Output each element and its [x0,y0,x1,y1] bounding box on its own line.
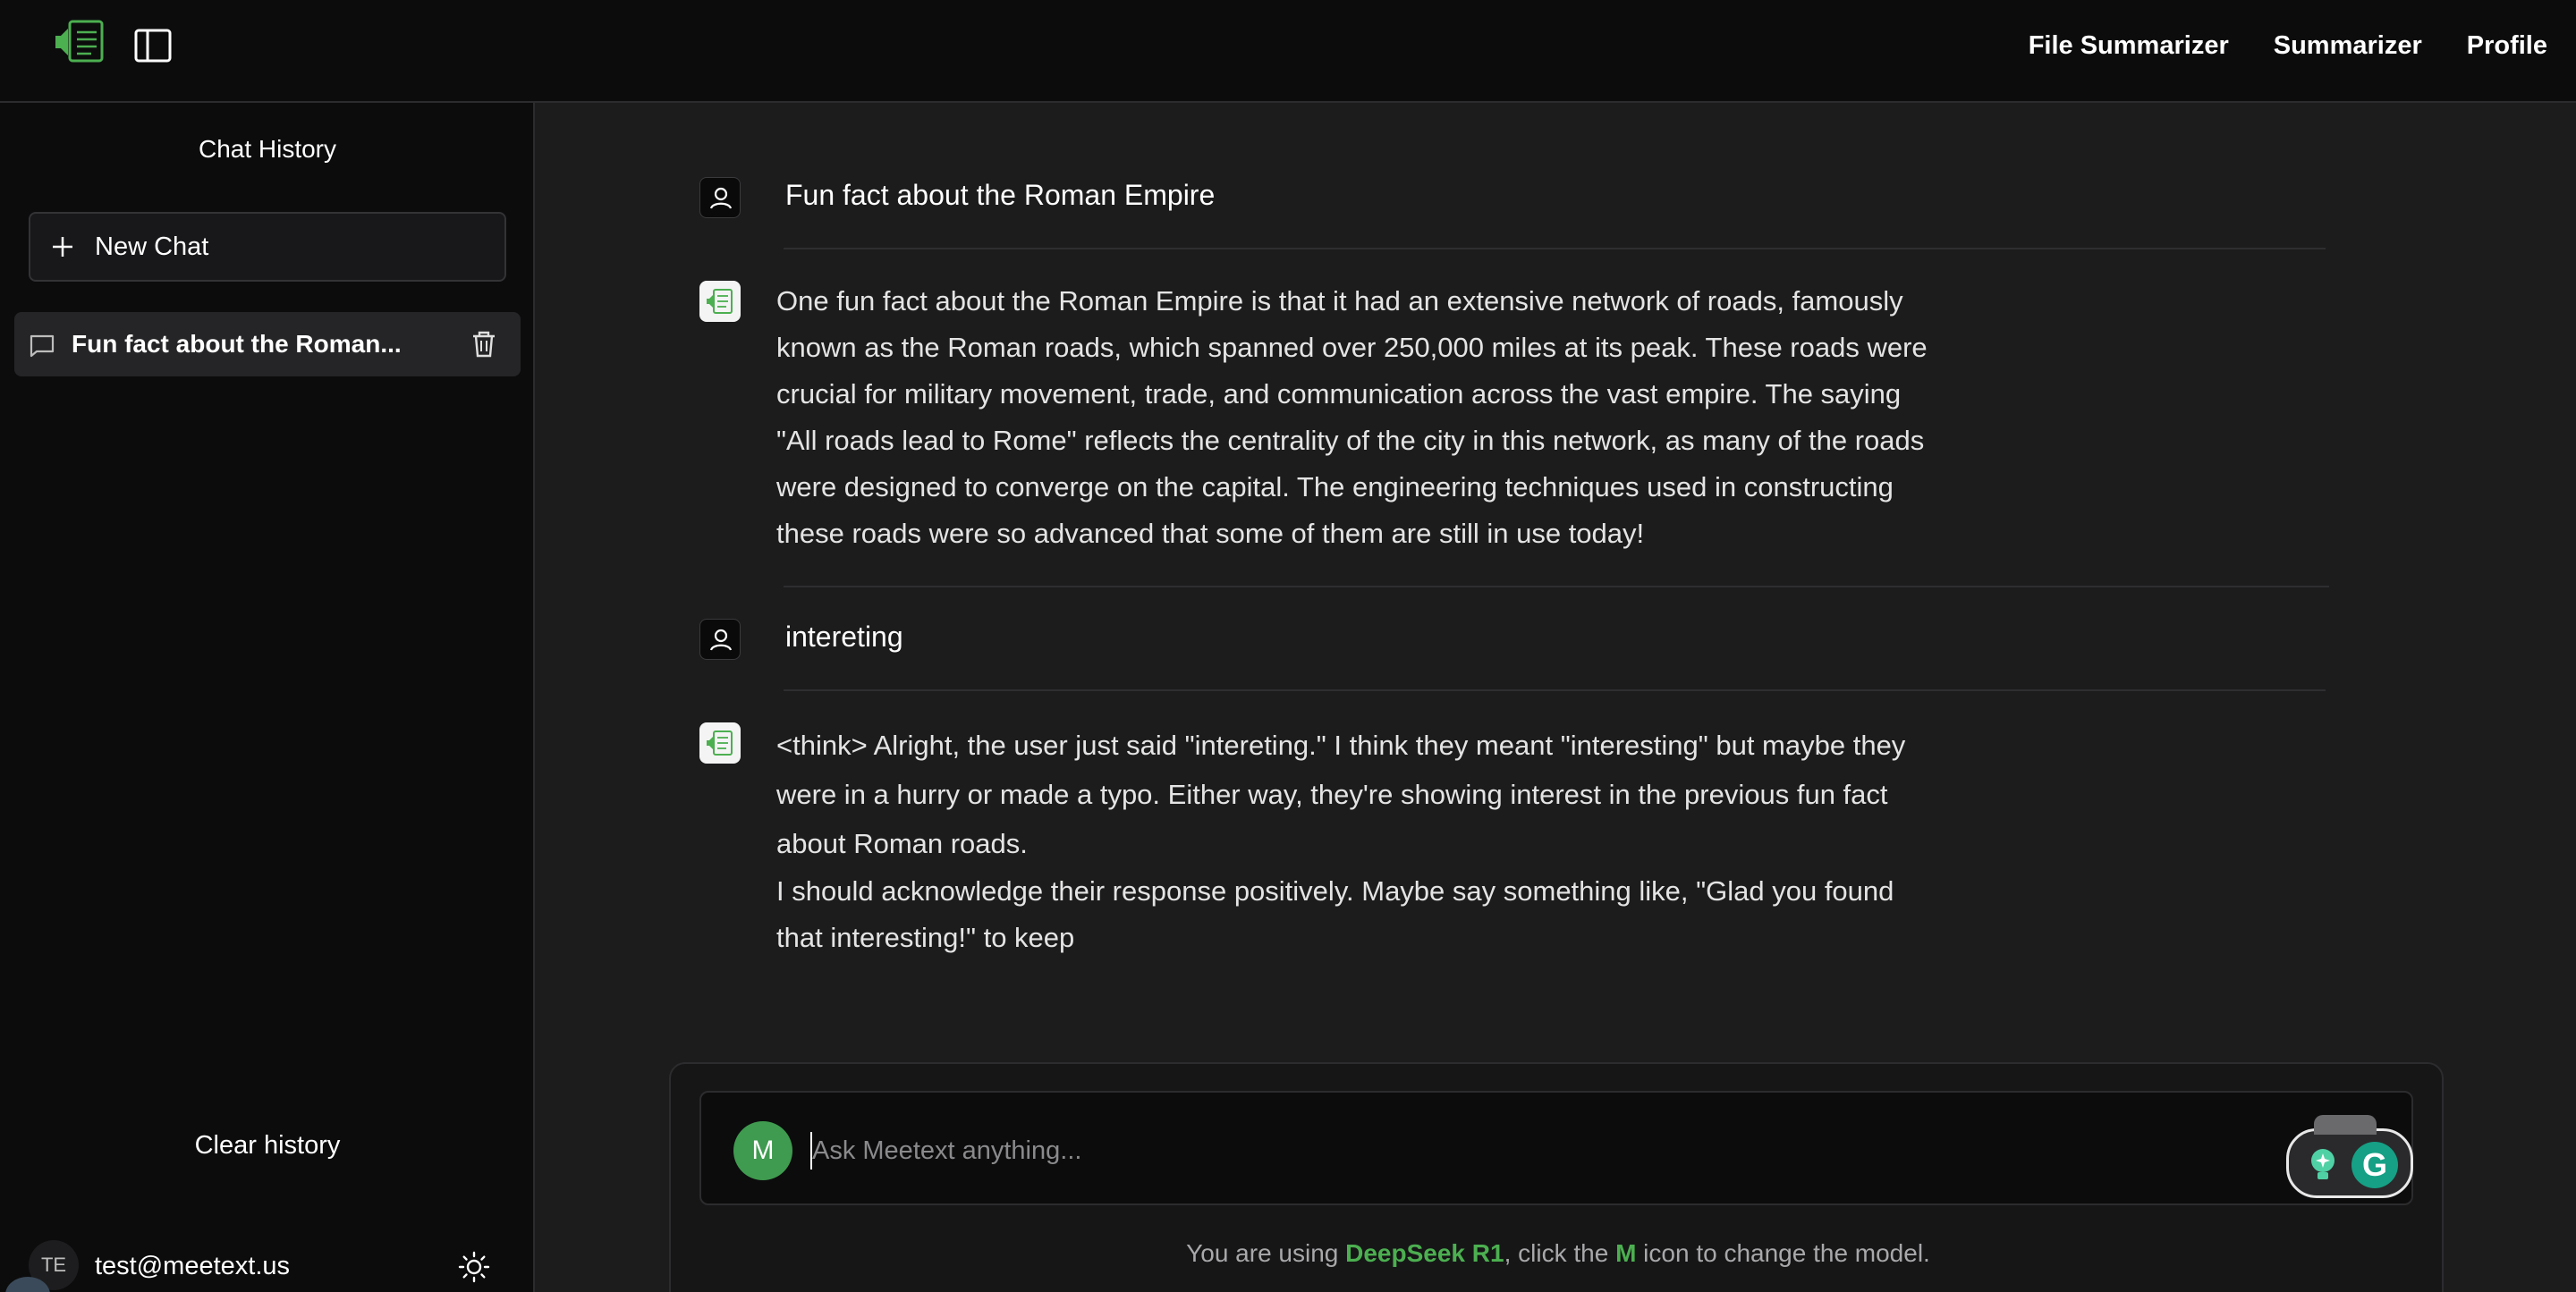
new-chat-button[interactable]: New Chat [29,212,506,282]
user-account: TE test@meetext.us [29,1240,494,1292]
message-divider [784,586,2329,587]
top-nav: File Summarizer Summarizer Profile [2029,29,2547,63]
history-item-label: Fun fact about the Roman... [72,330,402,358]
user-icon [709,187,733,209]
chat-bubble-icon [30,334,55,358]
lightbulb-icon[interactable] [2305,1145,2341,1185]
message-line: "All roads lead to Rome" reflects the ce… [776,425,1925,456]
model-name: DeepSeek R1 [1345,1239,1504,1267]
assistant-message: <think> Alright, the user just said "int… [776,721,2046,961]
message-line: these roads were so advanced that some o… [776,518,1645,549]
message-line: One fun fact about the Roman Empire is t… [776,285,1903,317]
message-line: <think> Alright, the user just said "int… [776,730,1906,761]
user-message: Fun fact about the Roman Empire [785,179,1216,211]
user-avatar-icon [699,619,741,660]
message-divider [784,689,2326,691]
history-item[interactable]: Fun fact about the Roman... [14,312,521,376]
grammarly-tab [2314,1115,2377,1135]
clear-history-button[interactable]: Clear history [0,1131,535,1161]
message-line: were in a hurry or made a typo. Either w… [776,779,1888,810]
chat-history-sidebar: Chat History New Chat Fun fact about the… [0,103,535,1292]
user-message: intereting [785,621,903,653]
nav-summarizer[interactable]: Summarizer [2274,29,2422,63]
meetext-bot-icon [707,730,733,756]
top-bar: File Summarizer Summarizer Profile [0,0,2576,103]
chat-input[interactable] [812,1125,2243,1177]
trash-icon[interactable] [470,330,497,359]
sidebar-title: Chat History [198,135,337,163]
bot-avatar-icon [699,281,741,322]
plus-icon [53,237,72,257]
sun-icon[interactable] [458,1251,490,1283]
meetext-bot-icon [707,289,733,314]
message-line: I should acknowledge their response posi… [776,875,1894,907]
nav-file-summarizer[interactable]: File Summarizer [2029,29,2229,63]
model-hint-suffix: icon to change the model. [1636,1239,1930,1267]
message-line: crucial for military movement, trade, an… [776,378,1902,410]
user-icon [709,629,733,651]
nav-profile[interactable]: Profile [2467,29,2547,63]
message-line: known as the Roman roads, which spanned … [776,332,1928,363]
model-hint-prefix: You are using [1186,1239,1346,1267]
new-chat-label: New Chat [95,232,209,261]
message-line: that interesting!" to keep [776,922,1075,953]
sidebar-panel-icon[interactable] [134,29,172,63]
grammarly-icon[interactable]: G [2351,1142,2398,1188]
grammarly-widget[interactable]: G [2286,1115,2413,1198]
model-selector-button[interactable]: M [733,1121,792,1180]
model-icon-letter: M [1615,1239,1637,1267]
assistant-message: One fun fact about the Roman Empire is t… [776,278,2046,557]
message-divider [784,248,2326,249]
meetext-logo-icon[interactable] [52,18,107,64]
chat-input-box: M G [699,1091,2413,1205]
user-avatar-icon [699,177,741,218]
text-caret [810,1132,812,1170]
chat-input-panel: M G You are using DeepSeek R1, click the… [669,1062,2444,1292]
bot-avatar-icon [699,722,741,764]
model-hint-middle: , click the [1504,1239,1616,1267]
user-email: test@meetext.us [95,1252,291,1280]
message-line: about Roman roads. [776,828,1028,859]
model-hint: You are using DeepSeek R1, click the M i… [671,1239,2445,1268]
message-line: were designed to converge on the capital… [776,471,1894,502]
